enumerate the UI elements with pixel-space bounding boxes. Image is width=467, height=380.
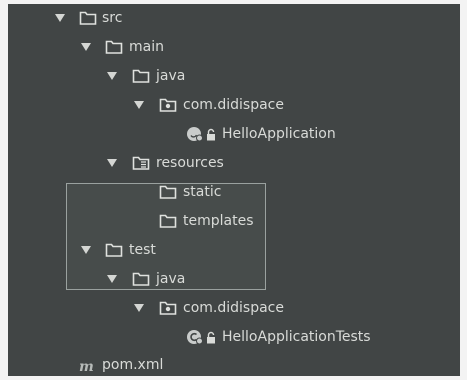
tree-node-package-main[interactable]: com.didispace — [8, 92, 460, 121]
tree-node-label: HelloApplicationTests — [222, 329, 371, 345]
tree-node-hello-application-tests[interactable]: HelloApplicationTests — [8, 324, 460, 353]
project-tree-panel: src main java com.didispace HelloApplica… — [8, 4, 460, 376]
tree-node-label: src — [102, 10, 123, 26]
tree-node-pom-xml[interactable]: m pom.xml — [8, 352, 460, 376]
expand-arrow-icon[interactable] — [134, 101, 144, 109]
tree-node-label: templates — [183, 213, 254, 229]
lock-icon — [206, 128, 216, 142]
test-source-folder-icon — [132, 271, 150, 287]
tree-node-package-test[interactable]: com.didispace — [8, 295, 460, 324]
tree-node-main[interactable]: main — [8, 34, 460, 63]
tree-node-label: HelloApplication — [222, 126, 336, 142]
tree-node-label: com.didispace — [183, 300, 284, 316]
tree-node-label: resources — [156, 155, 224, 171]
expand-arrow-icon[interactable] — [55, 14, 65, 22]
folder-icon — [159, 184, 177, 200]
tree-node-label: static — [183, 184, 222, 200]
folder-icon — [79, 10, 97, 26]
tree-node-hello-application[interactable]: HelloApplication — [8, 121, 460, 150]
expand-arrow-icon[interactable] — [134, 304, 144, 312]
tree-node-static[interactable]: static — [8, 179, 460, 208]
svg-text:m: m — [79, 359, 94, 374]
folder-icon — [105, 242, 123, 258]
folder-icon — [159, 213, 177, 229]
expand-arrow-icon[interactable] — [107, 275, 117, 283]
maven-icon: m — [78, 358, 96, 375]
lock-icon — [206, 331, 216, 345]
package-icon — [159, 300, 177, 316]
package-icon — [159, 97, 177, 113]
tree-node-java-test[interactable]: java — [8, 266, 460, 295]
tree-node-resources[interactable]: resources — [8, 150, 460, 179]
tree-node-src[interactable]: src — [8, 5, 460, 34]
source-folder-icon — [132, 68, 150, 84]
expand-arrow-icon[interactable] — [81, 246, 91, 254]
folder-icon — [105, 39, 123, 55]
tree-node-label: test — [129, 242, 156, 258]
spring-class-icon — [186, 126, 204, 142]
test-class-icon — [186, 329, 204, 345]
expand-arrow-icon[interactable] — [107, 72, 117, 80]
tree-node-label: java — [156, 271, 186, 287]
tree-node-label: main — [129, 39, 164, 55]
tree-node-label: java — [156, 68, 186, 84]
tree-node-templates[interactable]: templates — [8, 208, 460, 237]
tree-node-label: pom.xml — [102, 357, 164, 373]
resources-folder-icon — [132, 155, 150, 171]
tree-node-label: com.didispace — [183, 97, 284, 113]
expand-arrow-icon[interactable] — [81, 43, 91, 51]
expand-arrow-icon[interactable] — [107, 159, 117, 167]
tree-node-java-main[interactable]: java — [8, 63, 460, 92]
tree-node-test[interactable]: test — [8, 237, 460, 266]
